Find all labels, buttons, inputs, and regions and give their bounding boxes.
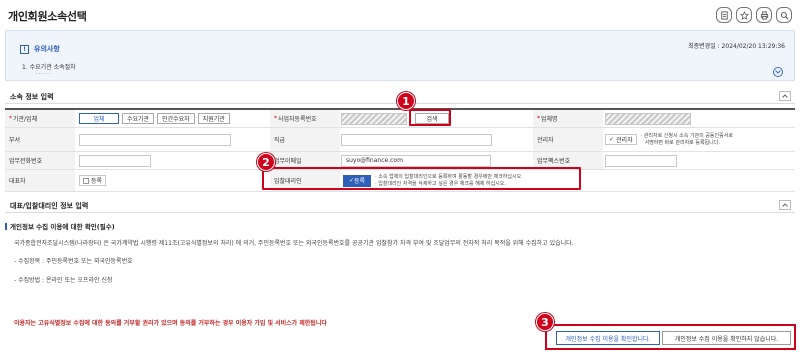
dept-label: 부서 — [5, 128, 75, 151]
org-type-private-button[interactable]: 민간수요자 — [157, 113, 195, 124]
info-icon: ! — [20, 44, 29, 54]
highlight-box-bid-agent — [262, 167, 581, 190]
position-cell — [341, 128, 531, 151]
manager-cell: ✓ 관리자 · 관리자로 신청시 소속 기관의 공동인증서로 서명하면 바로 관리… — [605, 128, 795, 151]
section-title: 대표/입찰대리인 정보 입력 — [10, 202, 89, 210]
company-name-label: * 업체명 — [533, 110, 603, 127]
check-icon: ✓ — [609, 136, 615, 143]
form-row: 부서 직급 관리자 ✓ 관리자 · 관리자로 신청시 소속 기관의 공동인증서로 … — [5, 128, 795, 152]
biz-reg-input[interactable] — [341, 112, 407, 125]
step-marker-3: 3 — [536, 313, 554, 331]
subtitle-bar — [5, 222, 7, 230]
collect-method: - 수집방법 : 온라인 또는 오프라인 신청 — [14, 277, 113, 284]
page-title: 개인회원소속선택 — [8, 10, 87, 23]
section-title: 소속 정보 입력 — [10, 93, 54, 101]
doc-icon[interactable] — [716, 7, 732, 23]
consent-warning: 이용자는 고유식별정보 수집에 대한 동의를 거부할 권리가 있으며 동의를 거… — [14, 320, 327, 327]
company-name-input[interactable] — [605, 112, 691, 125]
org-type-group: 업체 수요기관 민간수요자 지원기관 — [79, 110, 265, 127]
org-type-company-button[interactable]: 업체 — [79, 113, 119, 124]
collapse-button[interactable] — [779, 91, 791, 101]
toolbar — [716, 7, 792, 23]
manager-checkbox[interactable]: ✓ 관리자 — [605, 134, 637, 145]
step-marker-2: 2 — [257, 153, 275, 171]
org-type-label: * 기관/업체 — [5, 110, 75, 127]
dept-cell — [79, 128, 265, 151]
collapse-button[interactable] — [779, 200, 791, 210]
work-phone-cell — [79, 152, 265, 169]
representative-label: 대표자 — [5, 170, 75, 191]
consent-section-header: 대표/입찰대리인 정보 입력 — [5, 199, 795, 213]
form-row: * 기관/업체 업체 수요기관 민간수요자 지원기관 * 사업자등록번호 검색 * 업… — [5, 110, 795, 128]
highlight-box-search — [409, 109, 451, 126]
representative-cell: 등록 — [79, 170, 265, 191]
consent-text: 국가종합전자조달시스템(나라장터) 은 국가계약법 시행령 제11조(고유식별정… — [14, 240, 574, 247]
work-fax-input[interactable] — [605, 154, 677, 167]
dept-input[interactable] — [79, 133, 231, 146]
company-name-cell — [605, 110, 795, 127]
org-type-support-button[interactable]: 지원기관 — [197, 113, 230, 124]
org-type-demand-button[interactable]: 수요기관 — [122, 113, 155, 124]
manager-label: 관리자 — [533, 128, 603, 151]
step-marker-1: 1 — [397, 92, 415, 110]
work-phone-input[interactable] — [79, 154, 151, 167]
collect-items: - 수집항목 : 주민등록번호 또는 외국인등록번호 — [14, 258, 133, 265]
checkbox-box — [83, 177, 89, 184]
work-fax-cell — [605, 152, 795, 169]
notice-header: ! 유의사항 — [20, 44, 60, 54]
manager-note: · 관리자로 신청시 소속 기관의 공동인증서로 서명하면 바로 관리자로 등록… — [640, 132, 733, 146]
last-updated: 최종변경일 : 2024/02/20 13:29:36 — [688, 43, 785, 50]
notice-dots: ...... — [36, 70, 52, 76]
print-icon[interactable] — [756, 7, 772, 23]
expand-icon[interactable] — [773, 67, 783, 77]
consent-disagree-button[interactable]: 개인정보 수집 이용을 확인하지 않습니다. — [662, 331, 791, 345]
work-phone-label: 업무전화번호 — [5, 152, 75, 169]
biz-reg-label: * 사업자등록번호 — [270, 110, 340, 127]
search-icon[interactable] — [776, 7, 792, 23]
notice-box: ! 유의사항 1. 수요기관 소속절차 ...... 최종변경일 : 2024/… — [5, 30, 795, 81]
position-input[interactable] — [341, 133, 492, 146]
star-icon[interactable] — [736, 7, 752, 23]
consent-agree-button[interactable]: 개인정보 수집 이용을 확인합니다. — [556, 331, 660, 345]
consent-subtitle: 개인정보 수집 이용에 대한 확인(필수) — [5, 221, 115, 231]
work-email-input[interactable]: suyo@finance.com — [341, 154, 491, 167]
position-label: 직급 — [270, 128, 340, 151]
notice-title: 유의사항 — [34, 45, 60, 53]
representative-checkbox[interactable]: 등록 — [79, 175, 107, 186]
